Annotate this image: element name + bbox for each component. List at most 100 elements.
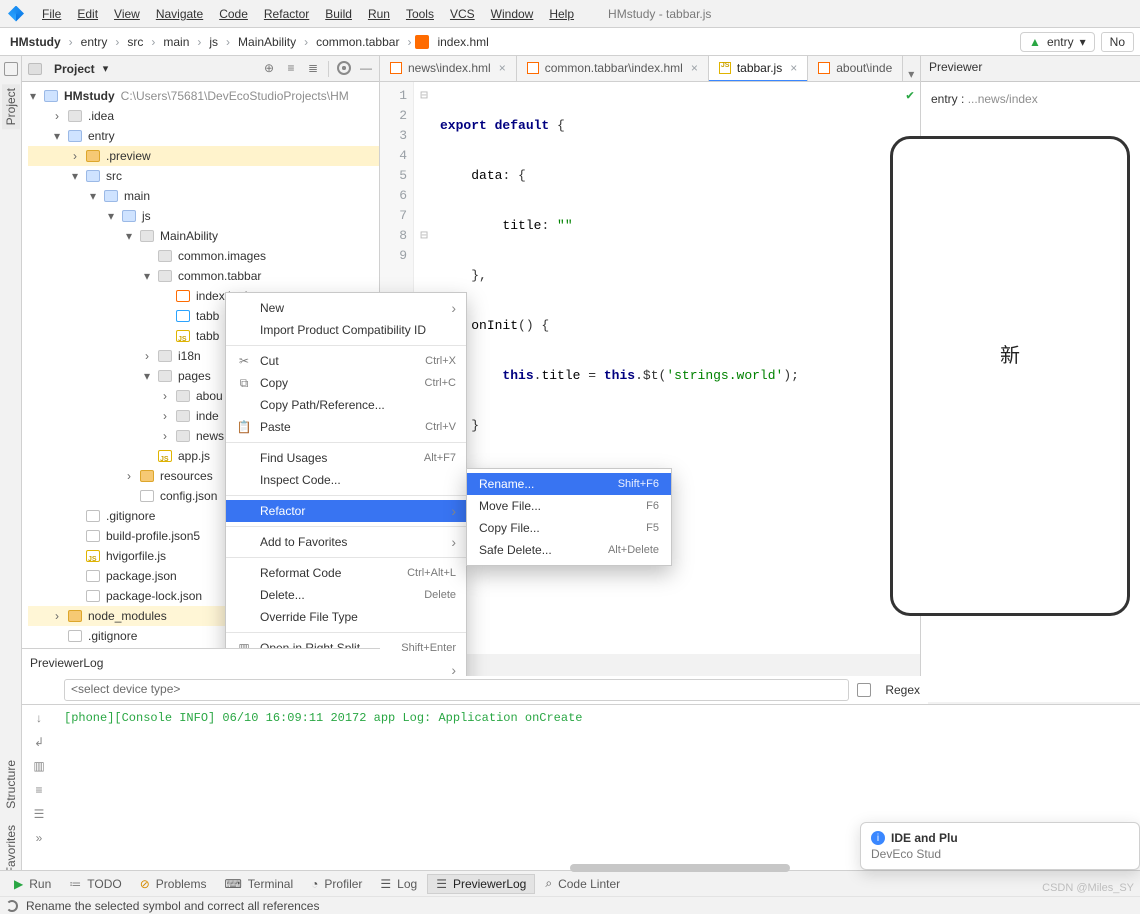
crumb-mainability[interactable]: MainAbility <box>234 33 300 51</box>
menu-navigate[interactable]: Navigate <box>152 5 207 23</box>
menu-item[interactable]: Find UsagesAlt+F7 <box>226 447 466 469</box>
menu-vcs[interactable]: VCS <box>446 5 479 23</box>
expander-icon[interactable]: ▾ <box>142 366 152 386</box>
menu-build[interactable]: Build <box>321 5 356 23</box>
regex-checkbox[interactable] <box>857 683 871 697</box>
expander-icon[interactable]: › <box>52 106 62 126</box>
previewer-log-header[interactable]: PreviewerLog <box>22 648 380 676</box>
menu-item[interactable]: Import Product Compatibility ID <box>226 319 466 341</box>
expander-icon[interactable]: › <box>160 386 170 406</box>
menu-code[interactable]: Code <box>215 5 252 23</box>
more-icon[interactable]: » <box>36 831 43 845</box>
scroll-to-end-icon[interactable]: ↓ <box>36 711 42 725</box>
crumb-root[interactable]: HMstudy <box>6 33 65 51</box>
tab-news-index[interactable]: news\index.hml× <box>380 56 517 81</box>
no-button[interactable]: No <box>1101 32 1134 52</box>
expander-icon[interactable]: › <box>160 406 170 426</box>
minimize-icon[interactable]: — <box>359 61 373 75</box>
menu-item[interactable]: 📋PasteCtrl+V <box>226 416 466 438</box>
bottom-log[interactable]: ☰Log <box>372 875 425 893</box>
notification[interactable]: iIDE and Plu DevEco Stud <box>860 822 1140 870</box>
bottom-code-linter[interactable]: ⌕Code Linter <box>537 874 628 893</box>
tabs-overflow-icon[interactable]: ▾ <box>903 67 919 81</box>
expander-icon[interactable]: › <box>142 346 152 366</box>
crumb-main[interactable]: main <box>159 33 193 51</box>
expander-icon[interactable]: › <box>52 606 62 626</box>
collapse-all-icon[interactable]: ≣ <box>306 61 320 75</box>
submenu-item[interactable]: Safe Delete...Alt+Delete <box>467 539 671 561</box>
project-title[interactable]: Project <box>54 62 95 76</box>
close-icon[interactable]: × <box>790 61 797 75</box>
menu-item[interactable]: Copy Path/Reference... <box>226 394 466 416</box>
bottom-terminal[interactable]: ⌨Terminal <box>216 875 301 893</box>
refactor-submenu[interactable]: Rename...Shift+F6Move File...F6Copy File… <box>466 468 672 566</box>
tree-item[interactable]: ›.preview <box>28 146 379 166</box>
tab-tabbar-js[interactable]: tabbar.js× <box>709 56 808 81</box>
menu-edit[interactable]: Edit <box>73 5 102 23</box>
crumb-src[interactable]: src <box>123 33 147 51</box>
menu-item[interactable]: Reformat CodeCtrl+Alt+L <box>226 562 466 584</box>
menu-item[interactable]: Delete...Delete <box>226 584 466 606</box>
horizontal-scrollbar[interactable] <box>22 862 582 874</box>
device-select[interactable]: <select device type> <box>64 679 849 701</box>
menu-item[interactable]: ⧉CopyCtrl+C <box>226 372 466 394</box>
expander-icon[interactable]: › <box>70 146 80 166</box>
expander-icon[interactable]: ▾ <box>70 166 80 186</box>
tab-structure[interactable]: Structure <box>2 756 20 813</box>
tab-about-index[interactable]: about\inde <box>808 56 903 81</box>
run-config[interactable]: ▲entry▾ <box>1020 32 1095 52</box>
tree-root[interactable]: ▾ HMstudy C:\Users\75681\DevEcoStudioPro… <box>28 86 379 106</box>
crumb-js[interactable]: js <box>205 33 222 51</box>
expander-icon[interactable]: › <box>160 426 170 446</box>
soft-wrap-icon[interactable]: ↲ <box>34 735 44 749</box>
close-icon[interactable]: × <box>691 61 698 75</box>
menu-refactor[interactable]: Refactor <box>260 5 313 23</box>
submenu-item[interactable]: Move File...F6 <box>467 495 671 517</box>
menu-item[interactable]: Inspect Code... <box>226 469 466 491</box>
menu-file[interactable]: File <box>38 5 65 23</box>
tree-item[interactable]: ▾js <box>28 206 379 226</box>
tree-item[interactable]: ▾src <box>28 166 379 186</box>
menu-item[interactable]: Refactor <box>226 500 466 522</box>
project-files-icon[interactable] <box>4 62 18 76</box>
crumb-tabbar[interactable]: common.tabbar <box>312 33 403 51</box>
expander-icon[interactable]: ▾ <box>88 186 98 206</box>
bottom-previewerlog[interactable]: ☰PreviewerLog <box>427 874 535 894</box>
tree-item[interactable]: ▾main <box>28 186 379 206</box>
locate-icon[interactable]: ⊕ <box>262 61 276 75</box>
tree-item[interactable]: ▾common.tabbar <box>28 266 379 286</box>
bottom-problems[interactable]: ⊘Problems <box>132 875 215 893</box>
sync-icon[interactable] <box>6 900 18 912</box>
menu-item[interactable]: ✂CutCtrl+X <box>226 350 466 372</box>
gear-icon[interactable] <box>337 61 351 75</box>
tab-tabbar-index[interactable]: common.tabbar\index.hml× <box>517 56 709 81</box>
tree-item[interactable]: ▾MainAbility <box>28 226 379 246</box>
tab-project[interactable]: Project <box>2 84 20 129</box>
expander-icon[interactable]: ▾ <box>52 126 62 146</box>
expander-icon[interactable]: › <box>124 466 134 486</box>
crumb-file[interactable]: index.hml <box>433 33 492 51</box>
menu-item[interactable]: Override File Type <box>226 606 466 628</box>
code-area[interactable]: export default { data: { title: "" }, on… <box>434 82 805 654</box>
chevron-down-icon[interactable]: ▾ <box>103 62 109 75</box>
menu-item[interactable]: New <box>226 297 466 319</box>
menu-view[interactable]: View <box>110 5 144 23</box>
submenu-item[interactable]: Rename...Shift+F6 <box>467 473 671 495</box>
print-icon[interactable]: ▥ <box>33 759 44 773</box>
expander-icon[interactable]: ▾ <box>124 226 134 246</box>
bottom-profiler[interactable]: ◔Profiler <box>303 875 370 893</box>
submenu-item[interactable]: Copy File...F5 <box>467 517 671 539</box>
menu-window[interactable]: Window <box>487 5 538 23</box>
close-icon[interactable]: × <box>499 61 506 75</box>
menu-help[interactable]: Help <box>545 5 578 23</box>
tree-item[interactable]: common.images <box>28 246 379 266</box>
menu-item[interactable]: Add to Favorites <box>226 531 466 553</box>
tree-item[interactable]: ›.idea <box>28 106 379 126</box>
filters-icon[interactable]: ≡ <box>35 783 42 797</box>
tree-item[interactable]: ▾entry <box>28 126 379 146</box>
expand-all-icon[interactable]: ≡ <box>284 61 298 75</box>
menu-tools[interactable]: Tools <box>402 5 438 23</box>
crumb-entry[interactable]: entry <box>77 33 112 51</box>
expander-icon[interactable]: ▾ <box>142 266 152 286</box>
settings-icon[interactable]: ☰ <box>34 807 45 821</box>
